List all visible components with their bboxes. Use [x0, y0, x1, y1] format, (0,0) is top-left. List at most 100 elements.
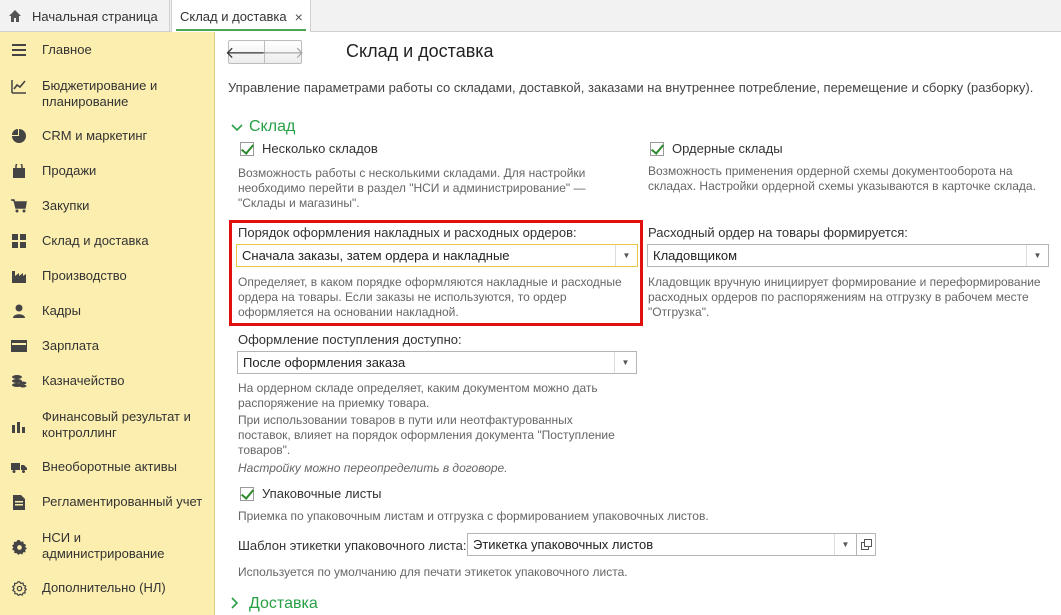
sidebar-item-main[interactable]: Главное	[0, 42, 215, 58]
sidebar-item-purchases[interactable]: Закупки	[0, 198, 215, 214]
receipt-note-italic: Настройку можно переопределить в договор…	[238, 461, 508, 475]
group-warehouse-toggle[interactable]: Склад	[231, 118, 295, 136]
receipt-value: После оформления заказа	[243, 355, 406, 370]
dropdown-arrow-icon[interactable]: ▼	[1026, 245, 1048, 266]
tab-home[interactable]: Начальная страница	[0, 0, 170, 32]
packing-lists-label: Упаковочные листы	[262, 486, 382, 501]
sidebar-item-nsi-admin[interactable]: НСИ и администрирование	[0, 530, 215, 562]
gear-outline-icon	[11, 580, 27, 596]
sidebar-item-label: Продажи	[42, 163, 97, 178]
label-template-label: Шаблон этикетки упаковочного листа:	[238, 538, 467, 553]
multiple-warehouses-note: Возможность работы с несколькими складам…	[238, 166, 586, 210]
pie-chart-icon	[11, 128, 27, 144]
sidebar-item-label: Дополнительно (НЛ)	[42, 580, 166, 595]
sidebar-item-label: Финансовый результат и контроллинг	[42, 409, 191, 440]
page-description: Управление параметрами работы со складам…	[228, 80, 1034, 95]
sidebar-item-label: Казначейство	[42, 373, 125, 388]
sidebar-item-regulated-accounting[interactable]: Регламентированный учет	[0, 494, 215, 510]
wallet-icon	[11, 338, 27, 354]
sidebar-item-label: Бюджетирование и планирование	[42, 78, 158, 109]
expense-order-select[interactable]: Кладовщиком ▼	[647, 244, 1049, 267]
group-delivery-toggle[interactable]: Доставка	[231, 595, 318, 613]
sidebar-item-label: Регламентированный учет	[42, 494, 203, 509]
close-icon[interactable]: ×	[295, 9, 303, 25]
group-delivery-title: Доставка	[249, 595, 318, 612]
chevron-right-icon	[231, 596, 243, 612]
back-button[interactable]: 🡐	[225, 41, 268, 63]
packing-lists-checkbox[interactable]: Упаковочные листы	[240, 486, 382, 501]
receipt-note-2: При использовании товаров в пути или нео…	[238, 413, 615, 457]
gear-icon	[11, 539, 27, 555]
sidebar-item-label: Внеоборотные активы	[42, 459, 178, 474]
sidebar-item-label: Склад и доставка	[42, 233, 149, 248]
expense-order-label: Расходный ордер на товары формируется:	[648, 225, 908, 240]
order-warehouses-note: Возможность применения ордерной схемы до…	[648, 164, 1036, 193]
checkbox-checked-icon[interactable]	[240, 141, 254, 156]
bar-chart-icon	[11, 418, 27, 434]
coins-icon	[11, 373, 27, 389]
expense-order-value: Кладовщиком	[653, 248, 738, 263]
sidebar-item-label: НСИ и администрирование	[42, 530, 165, 561]
sidebar-item-label: Закупки	[42, 198, 90, 213]
main-content: 🡐 🡒 Склад и доставка Управление параметр…	[216, 32, 1061, 615]
sidebar-item-label: Производство	[42, 268, 127, 283]
group-warehouse-title: Склад	[249, 118, 296, 135]
multiple-warehouses-checkbox[interactable]: Несколько складов	[240, 141, 378, 156]
factory-icon	[11, 268, 27, 284]
sidebar-item-production[interactable]: Производство	[0, 268, 215, 284]
sidebar-item-fixed-assets[interactable]: Внеоборотные активы	[0, 459, 215, 475]
label-template-select[interactable]: Этикетка упаковочных листов ▼	[467, 533, 857, 556]
receipt-select[interactable]: После оформления заказа ▼	[237, 351, 637, 374]
sidebar-item-treasury[interactable]: Казначейство	[0, 373, 215, 389]
order-warehouses-label: Ордерные склады	[672, 141, 783, 156]
tab-home-label: Начальная страница	[32, 8, 158, 24]
sidebar-item-warehouse[interactable]: Склад и доставка	[0, 233, 215, 249]
menu-icon	[11, 42, 27, 58]
dropdown-arrow-icon[interactable]: ▼	[615, 245, 637, 266]
sidebar-item-budgeting[interactable]: Бюджетирование и планирование	[0, 78, 215, 110]
receipt-label: Оформление поступления доступно:	[238, 332, 462, 347]
docs-order-value: Сначала заказы, затем ордера и накладные	[242, 248, 510, 263]
sidebar-item-additional[interactable]: Дополнительно (НЛ)	[0, 580, 215, 596]
dropdown-arrow-icon[interactable]: ▼	[834, 534, 856, 555]
dropdown-arrow-icon[interactable]: ▼	[614, 352, 636, 373]
truck-icon	[11, 459, 27, 475]
sidebar-item-label: Кадры	[42, 303, 81, 318]
sidebar: Главное Бюджетирование и планирование CR…	[0, 32, 215, 615]
sidebar-item-salary[interactable]: Зарплата	[0, 338, 215, 354]
docs-order-label: Порядок оформления накладных и расходных…	[238, 225, 577, 240]
label-template-note: Используется по умолчанию для печати эти…	[238, 565, 628, 579]
checkbox-checked-icon[interactable]	[240, 486, 254, 501]
chevron-down-icon	[231, 120, 243, 135]
tab-bar: Начальная страница Склад и доставка ×	[0, 0, 1061, 33]
document-icon	[11, 494, 27, 510]
docs-order-select[interactable]: Сначала заказы, затем ордера и накладные…	[236, 244, 638, 267]
order-warehouses-checkbox[interactable]: Ордерные склады	[650, 141, 783, 156]
history-nav: 🡐 🡒	[225, 40, 305, 64]
sidebar-item-label: Зарплата	[42, 338, 99, 353]
sidebar-item-label: CRM и маркетинг	[42, 128, 148, 143]
budget-chart-icon	[11, 78, 27, 94]
open-icon[interactable]	[856, 533, 876, 556]
home-icon	[8, 9, 22, 23]
sidebar-item-crm[interactable]: CRM и маркетинг	[0, 128, 215, 144]
sidebar-item-financial-result[interactable]: Финансовый результат и контроллинг	[0, 409, 215, 441]
packing-lists-note: Приемка по упаковочным листам и отгрузка…	[238, 509, 709, 523]
tab-warehouse-delivery[interactable]: Склад и доставка ×	[171, 0, 311, 33]
forward-button[interactable]: 🡒	[262, 41, 305, 63]
cart-icon	[11, 198, 27, 214]
warehouse-grid-icon	[11, 233, 27, 249]
multiple-warehouses-label: Несколько складов	[262, 141, 378, 156]
shopping-bag-icon	[11, 163, 27, 179]
label-template-value: Этикетка упаковочных листов	[473, 537, 654, 552]
person-icon	[11, 303, 27, 319]
sidebar-item-hr[interactable]: Кадры	[0, 303, 215, 319]
receipt-note-1: На ордерном складе определяет, каким док…	[238, 381, 598, 410]
page-title: Склад и доставка	[346, 41, 494, 61]
checkbox-checked-icon[interactable]	[650, 141, 664, 156]
docs-order-note: Определяет, в каком порядке оформляются …	[238, 275, 622, 319]
sidebar-item-label: Главное	[42, 42, 92, 57]
expense-order-note: Кладовщик вручную инициирует формировани…	[648, 275, 1041, 319]
tab-active-label: Склад и доставка	[180, 9, 287, 24]
sidebar-item-sales[interactable]: Продажи	[0, 163, 215, 179]
